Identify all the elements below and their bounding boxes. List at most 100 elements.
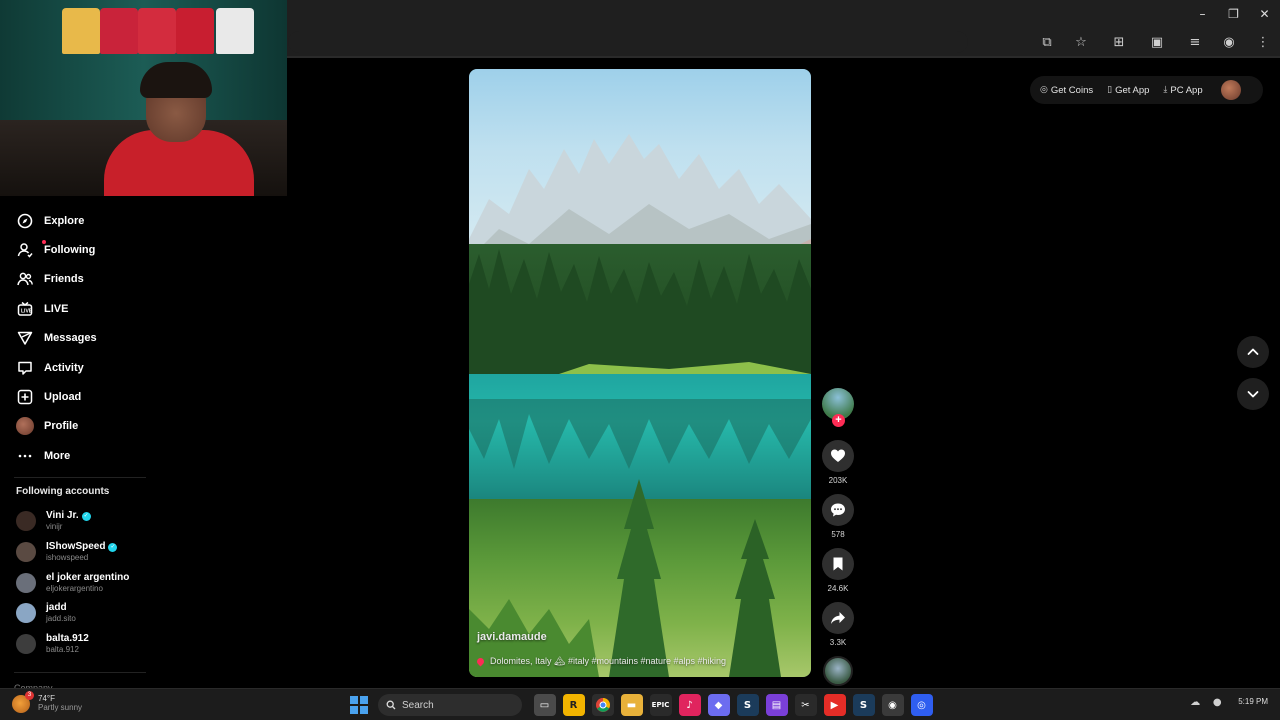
microphone-icon[interactable]: ● xyxy=(1210,695,1224,709)
sidebar-item-live[interactable]: LIVE LIVE xyxy=(14,294,164,323)
account-name: balta.912 xyxy=(46,633,89,645)
previous-video-button[interactable] xyxy=(1237,336,1269,368)
pc-app-button[interactable]: ⤓ PC App xyxy=(1163,85,1202,96)
get-app-button[interactable]: ▯ Get App xyxy=(1107,85,1149,96)
verified-icon: ✓ xyxy=(81,511,91,521)
sidebar-item-messages[interactable]: Messages xyxy=(14,324,164,353)
menu-icon[interactable]: ⋮ xyxy=(1252,31,1274,53)
task-view-icon[interactable]: ▭ xyxy=(533,694,556,716)
account-handle: ishowspeed xyxy=(46,553,89,563)
top-actions-bar: ◎ Get Coins ▯ Get App ⤓ PC App xyxy=(1030,76,1263,104)
next-video-button[interactable] xyxy=(1237,378,1269,410)
sidebar-item-activity[interactable]: Activity xyxy=(14,353,164,382)
obs-icon[interactable]: ◉ xyxy=(881,694,904,716)
close-icon[interactable]: ✕ xyxy=(1249,0,1280,28)
weather-widget[interactable]: 3 74°F Partly sunny xyxy=(12,691,83,713)
sidebar-item-label: Upload xyxy=(44,391,82,404)
webcam-overlay xyxy=(0,0,287,196)
account-item[interactable]: IShowSpeed ✓ ishowspeed xyxy=(16,537,166,568)
sidebar-item-explore[interactable]: Explore xyxy=(14,206,164,235)
avatar xyxy=(16,417,34,436)
user-avatar[interactable] xyxy=(1220,80,1241,100)
controller-icon[interactable]: ◆ xyxy=(707,694,730,716)
sidebar-item-upload[interactable]: Upload xyxy=(14,382,164,411)
location-icon xyxy=(475,656,486,667)
sidebar-divider xyxy=(14,672,146,673)
account-name: Vini Jr. xyxy=(46,510,79,522)
editor-icon[interactable]: ▤ xyxy=(765,694,788,716)
jersey-image xyxy=(62,8,100,54)
address-bar[interactable] xyxy=(288,31,968,53)
media-icon[interactable]: ≡ xyxy=(1184,31,1206,53)
notification-badge: 3 xyxy=(25,691,34,700)
sidebar-item-more[interactable]: More xyxy=(14,441,164,470)
sidebar-item-label: Activity xyxy=(44,361,84,374)
video-author[interactable]: javi.damaude xyxy=(477,631,547,643)
account-handle: eljokerargentino xyxy=(46,583,103,593)
share-count: 3.3K xyxy=(829,638,847,647)
share-button[interactable] xyxy=(822,602,854,634)
jersey-image xyxy=(216,8,254,54)
clock[interactable]: 5:19 PM xyxy=(1238,697,1268,707)
creator-avatar[interactable]: + xyxy=(822,388,854,427)
like-button[interactable] xyxy=(822,440,854,472)
weather-desc: Partly sunny xyxy=(38,703,83,712)
epic-games-icon[interactable]: EPIC xyxy=(649,694,672,716)
account-item[interactable]: el joker argentino eljokerargentino xyxy=(16,567,166,598)
chrome-icon[interactable] xyxy=(591,694,614,716)
profile-avatar xyxy=(16,417,34,436)
star-icon[interactable]: ☆ xyxy=(1070,31,1092,53)
sidebar-item-profile[interactable]: Profile xyxy=(14,412,164,441)
chevron-down-icon xyxy=(1247,391,1259,398)
youtube-icon[interactable]: ▶ xyxy=(823,694,846,716)
video-trees xyxy=(469,249,811,384)
comment-button[interactable] xyxy=(822,494,854,526)
sidebar-item-friends[interactable]: Friends xyxy=(14,265,164,294)
search-icon xyxy=(386,700,396,710)
sidebar-item-following[interactable]: Following xyxy=(14,235,164,264)
app-icon[interactable]: ◎ xyxy=(910,694,933,716)
cast-icon[interactable]: ⧉ xyxy=(1036,31,1058,53)
account-handle: vinijr xyxy=(46,522,63,532)
live-icon: LIVE xyxy=(16,300,34,318)
video-caption: Dolomites, Italy 🏔 #italy #mountains #na… xyxy=(475,656,726,667)
avatar xyxy=(16,634,36,655)
jersey-image xyxy=(100,8,138,54)
account-name: el joker argentino xyxy=(46,571,130,583)
sidebar-item-label: Messages xyxy=(44,332,97,345)
extensions-icon[interactable]: ⊞ xyxy=(1108,31,1130,53)
follow-plus-icon[interactable]: + xyxy=(832,414,845,427)
steam-icon[interactable]: S xyxy=(852,694,875,716)
get-coins-label: Get Coins xyxy=(1050,84,1094,96)
capcut-icon[interactable]: ✂ xyxy=(794,694,817,716)
music-disc-icon[interactable] xyxy=(823,656,853,686)
tab-search-icon[interactable]: ▣ xyxy=(1146,31,1168,53)
video-player[interactable]: javi.damaude Dolomites, Italy 🏔 #italy #… xyxy=(469,69,811,677)
sidebar-nav: Explore Following Friends LIVE LIVE Mess… xyxy=(14,206,164,471)
onedrive-icon[interactable]: ☁ xyxy=(1188,695,1202,709)
weather-icon: 3 xyxy=(12,691,34,713)
get-coins-button[interactable]: ◎ Get Coins xyxy=(1040,85,1093,96)
steam-icon[interactable]: S xyxy=(736,694,759,716)
toolbar-icons: ⧉ ☆ ⊞ ▣ ≡ ◉ ⋮ xyxy=(1024,31,1274,53)
folder-icon[interactable]: ▬ xyxy=(620,694,643,716)
taskbar-search[interactable]: Search xyxy=(378,694,522,716)
account-item[interactable]: Vini Jr. ✓ vinijr xyxy=(16,506,166,537)
svg-text:LIVE: LIVE xyxy=(21,308,33,314)
minimize-icon[interactable]: – xyxy=(1187,0,1218,28)
tiktok-icon[interactable]: ♪ xyxy=(678,694,701,716)
rockstar-icon[interactable]: R xyxy=(562,694,585,716)
profile-icon[interactable]: ◉ xyxy=(1218,31,1240,53)
restore-icon[interactable]: ❐ xyxy=(1218,0,1249,28)
windows-start-icon[interactable] xyxy=(350,696,368,714)
following-icon xyxy=(16,241,34,259)
avatar xyxy=(16,511,36,532)
account-item[interactable]: balta.912 balta.912 xyxy=(16,629,166,660)
video-foreground-trees xyxy=(469,479,781,677)
save-button[interactable] xyxy=(822,548,854,580)
sidebar-item-label: Profile xyxy=(44,420,79,433)
comment-count: 578 xyxy=(831,530,845,539)
avatar xyxy=(16,603,36,624)
jersey-image xyxy=(176,8,214,54)
account-item[interactable]: jadd jadd.sito xyxy=(16,598,166,629)
